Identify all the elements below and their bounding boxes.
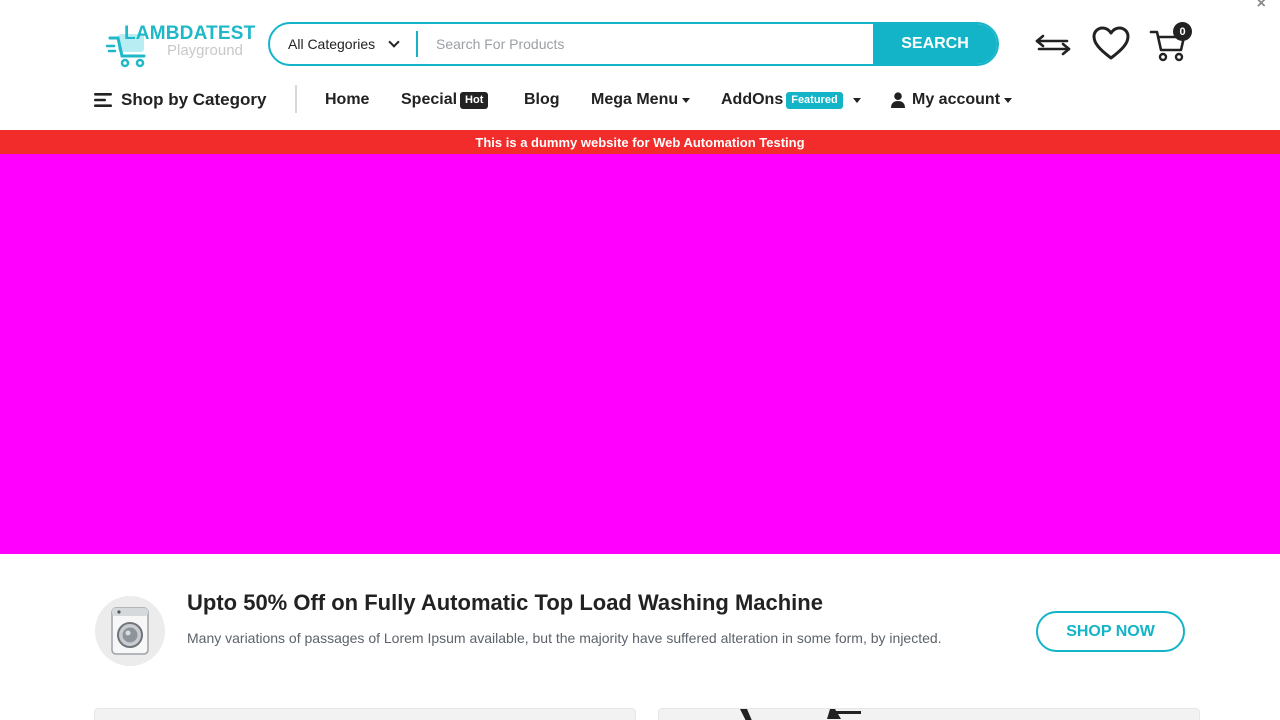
caret-down-icon [852,97,861,103]
nav-my-account[interactable]: My account [891,84,1013,116]
nav-blog-label: Blog [524,91,560,108]
cart-button[interactable]: 0 [1149,22,1192,64]
nav-mega-menu-label: Mega Menu [591,91,679,108]
site-logo[interactable]: LAMBDATEST Playground [106,22,255,70]
product-image [740,709,861,720]
cart-count-badge: 0 [1173,22,1192,41]
menu-icon [94,93,112,107]
product-card[interactable] [658,708,1200,720]
nav-addons[interactable]: AddOns Featured [721,84,861,116]
promo-title: Upto 50% Off on Fully Automatic Top Load… [187,590,823,615]
product-card[interactable] [94,708,636,720]
washing-machine-image [95,596,165,666]
heart-icon [1092,26,1130,60]
nav-home-label: Home [325,91,370,108]
caret-down-icon [1004,97,1013,103]
notice-bar: This is a dummy website for Web Automati… [0,130,1280,154]
nav-my-account-label: My account [912,91,1001,108]
nav-special-label: Special [401,91,458,108]
compare-button[interactable] [1033,24,1073,64]
nav-home[interactable]: Home [325,84,369,116]
search-button[interactable]: SEARCH [873,24,997,64]
featured-badge: Featured [786,91,843,109]
nav-mega-menu[interactable]: Mega Menu [591,84,691,116]
nav-blog[interactable]: Blog [524,84,560,116]
close-icon[interactable]: × [1257,0,1266,12]
category-select[interactable]: All Categories [270,24,416,64]
logo-sub-text: Playground [167,42,243,59]
category-select-value: All Categories [288,36,376,52]
caret-down-icon [682,97,691,103]
nav-special[interactable]: Special Hot [401,84,489,116]
main-nav: Shop by Category Home Special Hot Blog M… [94,84,1094,116]
nav-divider [295,85,297,113]
shop-by-category-button[interactable]: Shop by Category [94,84,266,116]
promo-description: Many variations of passages of Lorem Ips… [187,630,942,646]
user-icon [891,92,905,108]
search-bar: All Categories SEARCH [268,22,999,66]
chevron-down-icon [388,36,400,48]
search-input[interactable] [418,24,873,64]
hot-badge: Hot [460,91,489,109]
nav-addons-label: AddOns [721,91,784,108]
shop-by-category-label: Shop by Category [121,90,267,109]
compare-arrows-icon [1035,34,1071,56]
shop-now-button[interactable]: SHOP NOW [1036,611,1185,652]
wishlist-button[interactable] [1091,24,1131,64]
hero-banner[interactable] [0,154,1280,554]
